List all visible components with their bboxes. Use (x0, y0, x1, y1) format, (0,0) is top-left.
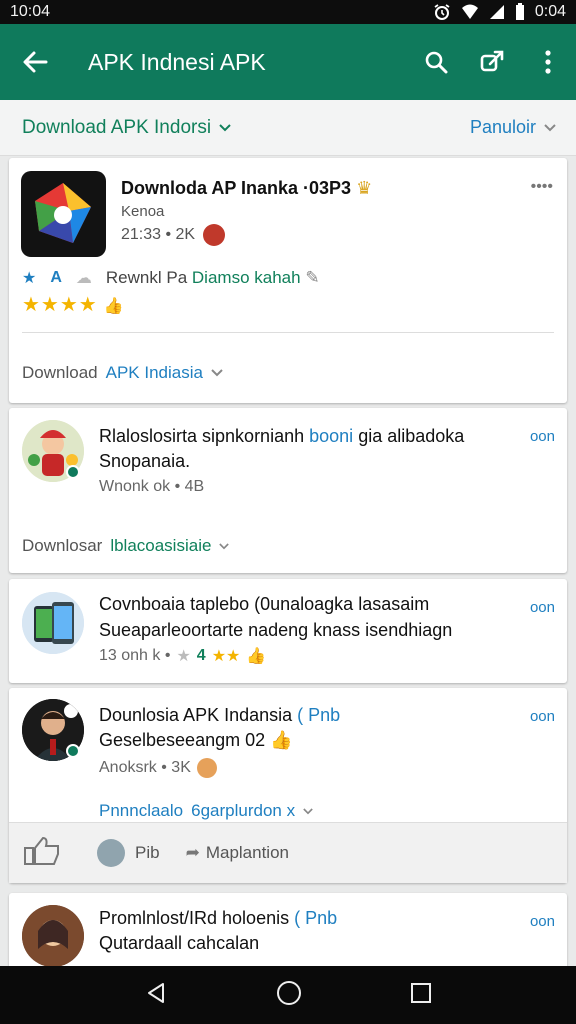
star-icon: ★ (176, 648, 191, 665)
more-options-button[interactable] (520, 24, 576, 100)
sort-label: Panuloir (469, 117, 536, 137)
app-icon (21, 171, 106, 257)
category-dropdown[interactable]: Download APK Indorsi (22, 117, 231, 139)
app-meta: Wnonk ok • 4B (99, 478, 205, 495)
triangle-back-icon (148, 982, 164, 1003)
arrow-back-icon (23, 51, 48, 73)
system-nav-bar (0, 966, 576, 1024)
app-list-card[interactable]: Covnboaia taplebo (0unaloagka lasasaim S… (9, 579, 567, 683)
app-meta-count: 4 (196, 647, 206, 664)
battery-icon (515, 3, 525, 21)
download-link[interactable]: Pnnnclaalo 6garplurdon x (99, 801, 313, 821)
status-time: 10:04 (10, 3, 51, 20)
thumbs-up-icon: 👍 (246, 648, 267, 665)
rating-stars: ★★ (211, 648, 241, 665)
search-button[interactable] (408, 24, 464, 100)
share-box-icon (480, 50, 504, 72)
chevron-down-icon (219, 542, 230, 549)
featured-developer: Kenoa (121, 203, 165, 220)
square-recents-icon (411, 982, 431, 1003)
status-bar: 10:04 0:04 (0, 0, 576, 24)
user-chip[interactable]: Pib (97, 839, 160, 867)
circle-home-icon (277, 980, 301, 1005)
divider (22, 332, 554, 333)
featured-tagline: Rewnkl Pa Diamso kahah ✎ (105, 268, 320, 287)
avatar (203, 224, 226, 246)
app-title: APK Indnesi APK (88, 48, 266, 75)
app-title: Rlaloslosirta sipnkornianh booni gia ali… (99, 426, 465, 446)
app-title: Covnboaia taplebo (0unaloagka lasasaim (99, 594, 430, 614)
app-bar: APK Indnesi APK (0, 24, 576, 100)
verified-badge (66, 744, 80, 758)
star-badge-icon: ★ (22, 270, 37, 287)
app-subtitle: Geselbeseeangm 02 👍 (99, 730, 293, 750)
filter-bar: Download APK Indorsi Panuloir (0, 100, 576, 156)
like-button[interactable] (23, 836, 71, 871)
app-lang-label: oon (529, 913, 555, 930)
app-title: Dounlosia APK Indansia ( Pnb (99, 705, 341, 725)
app-thumbnail (22, 905, 84, 966)
search-icon (425, 51, 448, 74)
app-meta: 13 onh k • ★ 4 ★★ 👍 (99, 647, 267, 665)
app-title: Promlnlost/IRd holoenis ( Pnb (99, 908, 338, 928)
app-list-card[interactable]: Promlnlost/IRd holoenis ( Pnb Qutardaall… (9, 893, 567, 966)
category-label: Download APK Indorsi (22, 116, 212, 138)
rating-stars: ★★★★ 👍 (22, 294, 125, 316)
nav-back-button[interactable] (144, 981, 168, 1010)
verified-badge (66, 465, 80, 479)
chevron-down-icon (303, 807, 313, 814)
featured-app-card[interactable]: Downloda AP Inanka ·03P3 ♛ •••• Kenoa 21… (9, 158, 567, 403)
featured-title: Downloda AP Inanka ·03P3 ♛ (121, 178, 373, 198)
chevron-down-icon (544, 123, 556, 131)
send-icon: ➦ (185, 843, 200, 862)
nav-recents-button[interactable] (410, 982, 432, 1009)
app-thumbnail (22, 592, 84, 654)
tag-label: A (50, 269, 62, 286)
app-subtitle: Qutardaall cahcalan (99, 933, 260, 953)
cloud-icon: ☁ (75, 270, 92, 287)
wifi-icon (461, 4, 479, 20)
avatar (97, 839, 125, 867)
alarm-icon (433, 3, 451, 21)
share-action-button[interactable]: ➦ Maplantion (186, 843, 289, 863)
app-lang-label: oon (529, 428, 555, 445)
download-link[interactable]: Download APK Indiasia (22, 363, 223, 383)
signal-icon (489, 4, 505, 20)
card-action-bar: Pib ➦ Maplantion (9, 822, 567, 883)
sort-dropdown[interactable]: Panuloir (470, 117, 556, 138)
featured-menu-button[interactable]: •••• (531, 178, 553, 196)
thumb-up-outline-icon (24, 836, 59, 865)
back-button[interactable] (0, 24, 70, 100)
share-button[interactable] (464, 24, 520, 100)
app-lang-label: oon (529, 708, 555, 725)
chevron-down-icon (211, 369, 223, 377)
featured-meta: 21:33 • 2K (121, 224, 226, 246)
more-vert-icon (545, 50, 551, 74)
app-list-card[interactable]: Rlaloslosirta sipnkornianh booni gia ali… (9, 408, 567, 573)
nav-home-button[interactable] (276, 980, 302, 1011)
download-link[interactable]: Downlosar lblacoasisiaie (22, 536, 230, 556)
app-subtitle: Snopanaia. (99, 451, 191, 471)
app-lang-label: oon (529, 599, 555, 616)
emoji-icon (196, 758, 217, 778)
featured-tag-row: ★ A ☁ Rewnkl Pa Diamso kahah ✎ (22, 268, 320, 288)
app-list-card[interactable]: Dounlosia APK Indansia ( Pnb Geselbeseea… (9, 688, 567, 883)
app-meta: Anoksrk • 3K (99, 758, 217, 778)
thumbs-up-icon: 👍 (103, 298, 125, 315)
status-time-right: 0:04 (534, 3, 566, 20)
crown-icon: ♛ (356, 178, 373, 198)
thumbs-up-icon: 👍 (270, 730, 293, 750)
chevron-down-icon (219, 123, 231, 131)
pencil-icon: ✎ (305, 268, 320, 287)
app-subtitle: Sueaparleoortarte nadeng knass isendhiag… (99, 620, 453, 640)
